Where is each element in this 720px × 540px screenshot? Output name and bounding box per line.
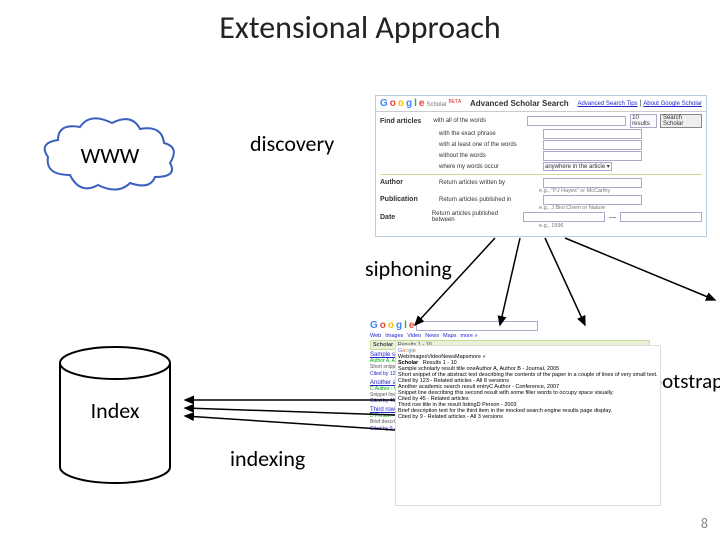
search-scholar-button[interactable]: Search Scholar (660, 114, 702, 128)
tips-link[interactable]: Advanced Search Tips (578, 101, 638, 107)
cylinder-label: Index (55, 340, 175, 480)
input-at-least-one[interactable] (543, 140, 642, 150)
about-link[interactable]: About Google Scholar (643, 101, 702, 107)
input-author[interactable] (543, 178, 642, 188)
row-least: with at least one of the words (439, 142, 539, 148)
label-indexing: indexing (230, 445, 305, 472)
author-label: Author (380, 179, 435, 186)
row-phrase: with the exact phrase (439, 131, 539, 137)
tabs-back: WebImagesVideoNewsMapsmore » (370, 333, 650, 339)
scholar-advanced-form: Google Scholar BETA Advanced Scholar Sea… (375, 95, 707, 237)
author-sub: Return articles written by (439, 180, 539, 186)
label-discovery: discovery (250, 130, 334, 157)
input-date-to[interactable] (620, 212, 702, 222)
label-siphoning: siphoning (365, 255, 452, 282)
cloud-label: WWW (40, 115, 180, 195)
input-all-words[interactable] (527, 116, 626, 126)
search-box-back[interactable] (416, 321, 538, 331)
date-sub: Return articles published between (432, 211, 519, 223)
google-scholar-logo: Google Scholar BETA (380, 98, 461, 109)
row-without: without the words (439, 153, 539, 159)
input-exact-phrase[interactable] (543, 129, 642, 139)
form-title: Advanced Scholar Search (470, 99, 569, 108)
input-without[interactable] (543, 151, 642, 161)
page-number: 8 (701, 515, 708, 532)
cylinder-index: Index (55, 345, 175, 485)
date-label: Date (380, 214, 428, 221)
row-all: with all of the words (433, 118, 523, 124)
input-date-from[interactable] (523, 212, 605, 222)
date-hint: e.g., 1996 (539, 223, 702, 229)
pub-label: Publication (380, 196, 435, 203)
find-articles-label: Find articles (380, 118, 429, 125)
where-dropdown[interactable]: anywhere in the article ▾ (543, 162, 612, 171)
cloud-www: WWW (40, 115, 180, 195)
google-logo-small: Google (370, 320, 650, 331)
results-list-front: Sample scholarly result title oneAuthor … (398, 366, 658, 420)
pub-sub: Return articles published in (439, 197, 539, 203)
slide-title: Extensional Approach (0, 8, 720, 47)
search-results-front: Google WebImagesVideoNewsMapsmore » Scho… (395, 345, 661, 506)
input-publication[interactable] (543, 195, 642, 205)
results-count[interactable]: 10 results (630, 114, 657, 128)
row-where: where my words occur (439, 164, 539, 170)
